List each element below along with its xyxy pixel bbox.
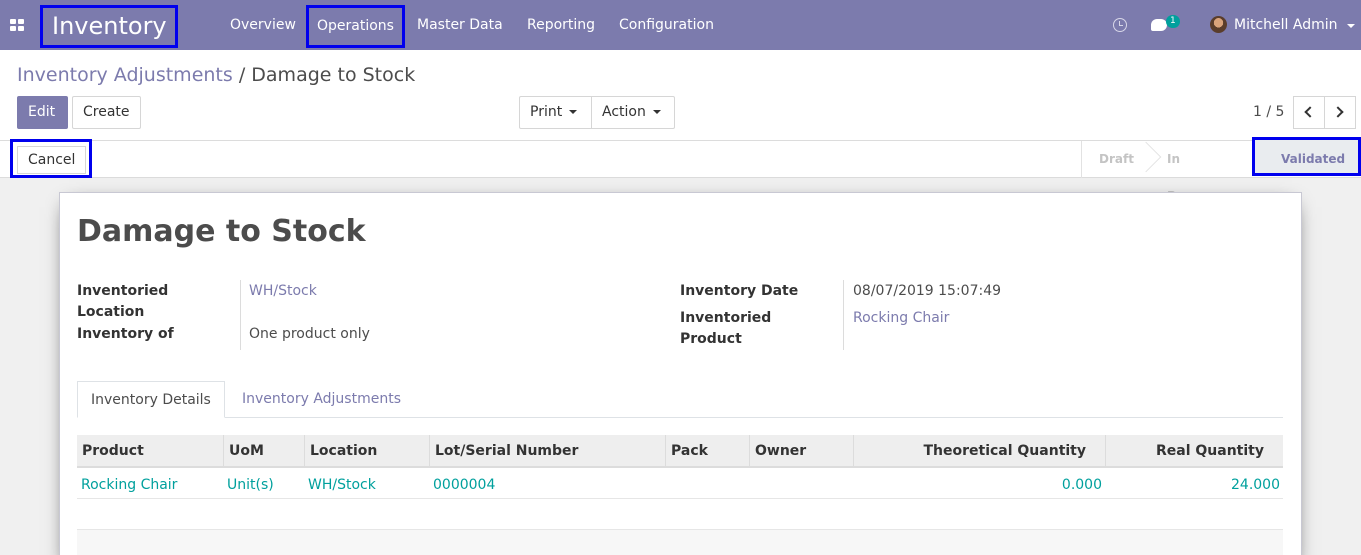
stage-draft[interactable]: Draft <box>1099 141 1134 178</box>
cell-product[interactable]: Rocking Chair <box>77 469 223 499</box>
column-owner[interactable]: Owner <box>749 435 853 468</box>
column-uom[interactable]: UoM <box>223 435 304 468</box>
cell-uom[interactable]: Unit(s) <box>223 469 304 499</box>
table-row[interactable]: Rocking Chair Unit(s) WH/Stock 0000004 0… <box>77 469 1283 499</box>
field-divider <box>240 280 241 350</box>
chevron-down-icon <box>652 110 661 114</box>
chevron-down-icon <box>569 110 578 114</box>
edit-button[interactable]: Edit <box>17 96 68 129</box>
inventoried-product-label: Inventoried Product <box>680 310 772 347</box>
field-divider <box>843 280 844 350</box>
inventoried-location-value[interactable]: WH/Stock <box>249 281 317 302</box>
cell-real-quantity[interactable]: 24.000 <box>1105 469 1283 499</box>
tab-inventory-details[interactable]: Inventory Details <box>77 381 225 418</box>
cell-theoretical-quantity[interactable]: 0.000 <box>853 469 1105 499</box>
column-location[interactable]: Location <box>304 435 429 468</box>
create-button[interactable]: Create <box>72 96 141 129</box>
action-label: Action <box>602 104 646 120</box>
menu-reporting[interactable]: Reporting <box>527 0 595 50</box>
chat-count-badge: 1 <box>1166 15 1180 28</box>
cell-pack[interactable] <box>665 469 749 499</box>
cancel-button[interactable]: Cancel <box>17 146 87 174</box>
table-footer <box>77 529 1283 555</box>
inventoried-location-label: Inventoried Location <box>77 283 169 320</box>
column-real-quantity[interactable]: Real Quantity <box>1105 435 1283 468</box>
notebook-tabs: Inventory Details Inventory Adjustments <box>77 381 1283 418</box>
app-brand[interactable]: Inventory <box>40 5 178 48</box>
cell-owner[interactable] <box>749 469 853 499</box>
tab-inventory-adjustments[interactable]: Inventory Adjustments <box>229 381 414 418</box>
avatar[interactable] <box>1210 16 1227 33</box>
pager-value[interactable]: 1 / 5 <box>1253 104 1284 120</box>
breadcrumb-parent-link[interactable]: Inventory Adjustments <box>17 64 233 86</box>
inventory-of-value: One product only <box>249 326 370 342</box>
print-label: Print <box>530 104 563 120</box>
inventory-date-label: Inventory Date <box>680 283 799 299</box>
table-header: Product UoM Location Lot/Serial Number P… <box>77 435 1283 468</box>
inventoried-product-value[interactable]: Rocking Chair <box>853 308 949 329</box>
column-product[interactable]: Product <box>77 435 223 468</box>
cell-lot[interactable]: 0000004 <box>429 469 665 499</box>
breadcrumb: Inventory Adjustments / Damage to Stock <box>17 64 415 86</box>
print-dropdown[interactable]: Print <box>519 96 592 129</box>
column-pack[interactable]: Pack <box>665 435 749 468</box>
column-lot-serial[interactable]: Lot/Serial Number <box>429 435 665 468</box>
inventory-of-label: Inventory of <box>77 326 174 342</box>
pager-previous-button[interactable] <box>1293 96 1325 129</box>
breadcrumb-current: Damage to Stock <box>251 64 416 86</box>
menu-master-data[interactable]: Master Data <box>417 0 503 50</box>
user-menu[interactable]: Mitchell Admin <box>1234 0 1338 50</box>
menu-overview[interactable]: Overview <box>230 0 296 50</box>
stage-in-progress[interactable]: In Progress <box>1167 141 1227 203</box>
menu-configuration[interactable]: Configuration <box>619 0 714 50</box>
action-dropdown[interactable]: Action <box>591 96 675 129</box>
chat-icon[interactable] <box>1151 19 1167 31</box>
activity-clock-icon[interactable] <box>1113 18 1127 32</box>
menu-operations[interactable]: Operations <box>306 5 405 48</box>
cell-location[interactable]: WH/Stock <box>304 469 429 499</box>
chevron-right-icon <box>1332 106 1344 118</box>
pager-next-button[interactable] <box>1324 96 1356 129</box>
stage-pipeline: Draft In Progress <box>1081 141 1227 203</box>
chevron-down-icon[interactable] <box>1347 24 1355 28</box>
apps-menu-icon[interactable] <box>10 19 24 31</box>
breadcrumb-separator: / <box>238 64 246 86</box>
chevron-left-icon <box>1304 106 1316 118</box>
inventory-date-value: 08/07/2019 15:07:49 <box>853 283 1002 299</box>
page-title: Damage to Stock <box>77 214 366 249</box>
column-theoretical-quantity[interactable]: Theoretical Quantity <box>853 435 1105 468</box>
stage-validated-label: Validated <box>1281 152 1346 166</box>
